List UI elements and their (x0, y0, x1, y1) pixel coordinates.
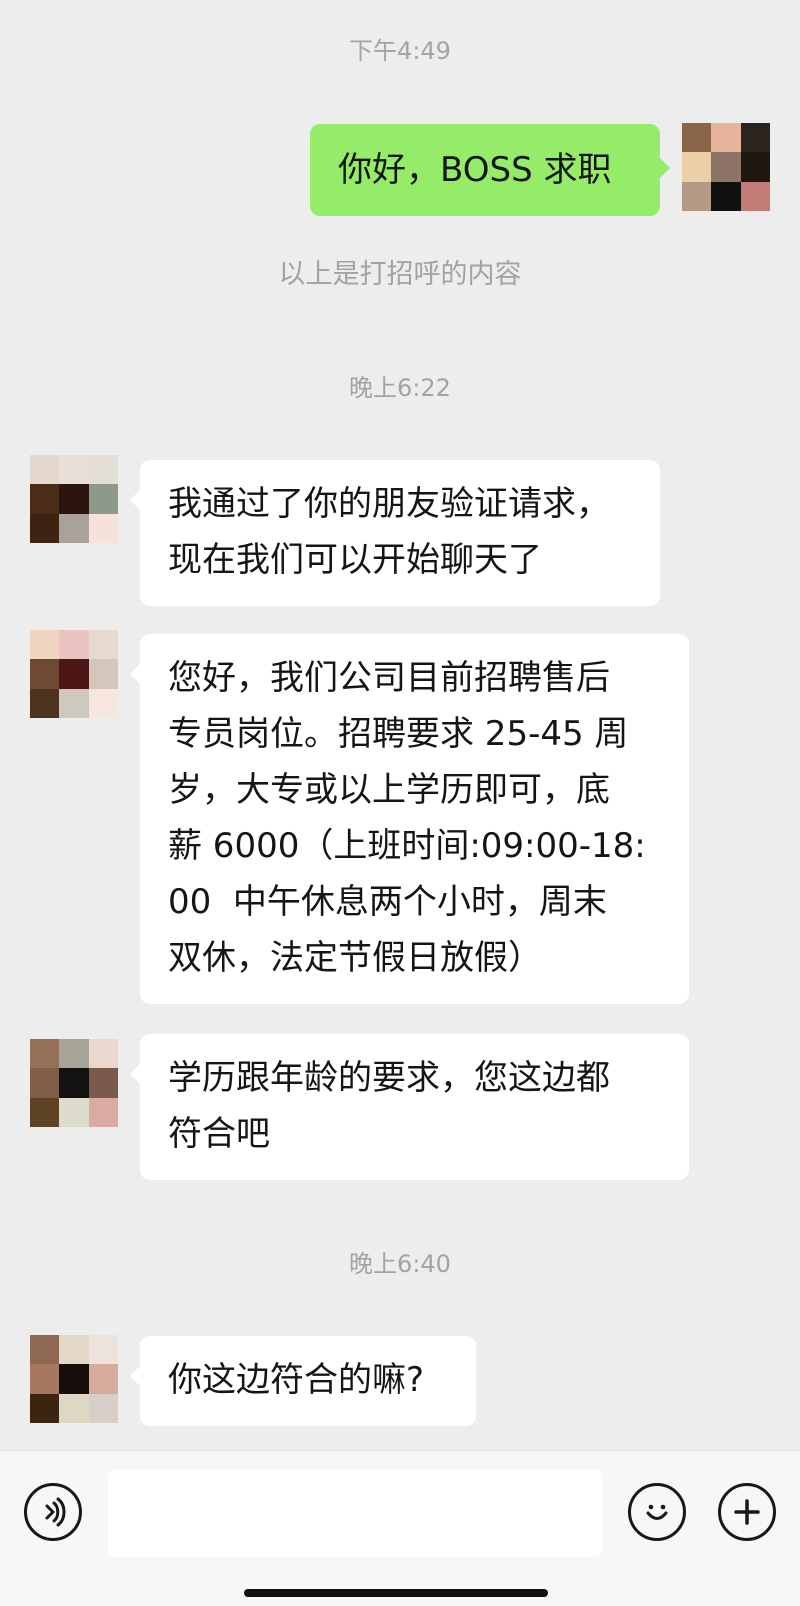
avatar-pixel (682, 152, 712, 182)
avatar-pixel (59, 1068, 89, 1098)
avatar-pixel (30, 1335, 60, 1365)
avatar-pixel (88, 1335, 118, 1365)
avatar-pixel (88, 1068, 118, 1098)
avatar-pixel (682, 123, 712, 153)
avatar-pixel (711, 152, 741, 182)
avatar-contact[interactable] (30, 455, 118, 543)
timestamp: 晚上6:22 (349, 374, 451, 402)
timestamp: 晚上6:40 (349, 1250, 451, 1278)
avatar-pixel (88, 1364, 118, 1394)
message-bubble-received[interactable]: 学历跟年龄的要求，您这边都 符合吧 (130, 1034, 689, 1180)
avatar-pixel (30, 1039, 60, 1069)
avatar-pixel (59, 1364, 89, 1394)
avatar-pixel (88, 455, 118, 485)
avatar-pixel (30, 455, 60, 485)
avatar-contact[interactable] (30, 1335, 118, 1423)
avatar-pixel (682, 181, 712, 211)
message-bubble-received[interactable]: 我通过了你的朋友验证请求， 现在我们可以开始聊天了 (130, 460, 660, 606)
avatar-contact[interactable] (30, 630, 118, 718)
avatar-pixel (88, 1039, 118, 1069)
avatar-pixel (711, 123, 741, 153)
avatar-pixel (740, 181, 770, 211)
avatar-pixel (30, 688, 60, 718)
avatar-pixel (59, 513, 89, 543)
avatar-self[interactable] (682, 123, 770, 211)
avatar-pixel (59, 484, 89, 514)
message-input[interactable] (108, 1469, 602, 1557)
avatar-pixel (59, 455, 89, 485)
avatar-pixel (88, 688, 118, 718)
message-bubble-sent[interactable]: 你好，BOSS 求职 (310, 124, 670, 216)
message-bubble-received[interactable]: 你这边符合的嘛? (130, 1336, 476, 1426)
emoji-button[interactable] (628, 1483, 686, 1541)
avatar-pixel (88, 484, 118, 514)
avatar-pixel (59, 688, 89, 718)
avatar-pixel (740, 152, 770, 182)
avatar-pixel (30, 1068, 60, 1098)
system-note: 以上是打招呼的内容 (278, 259, 522, 290)
plus-icon (734, 1499, 760, 1525)
avatar-pixel (740, 123, 770, 153)
avatar-pixel (59, 1335, 89, 1365)
avatar-contact[interactable] (30, 1039, 118, 1127)
input-bar (0, 1450, 800, 1606)
voice-button[interactable] (24, 1483, 82, 1541)
avatar-pixel (30, 1364, 60, 1394)
avatar-pixel (30, 513, 60, 543)
avatar-pixel (30, 1097, 60, 1127)
avatar-pixel (88, 513, 118, 543)
avatar-pixel (88, 630, 118, 660)
message-bubble-received[interactable]: 您好，我们公司目前招聘售后 专员岗位。招聘要求 25-45 周 岁，大专或以上学… (130, 634, 689, 1004)
avatar-pixel (59, 659, 89, 689)
add-button[interactable] (718, 1483, 776, 1541)
avatar-pixel (88, 1097, 118, 1127)
avatar-pixel (30, 659, 60, 689)
avatar-pixel (59, 1039, 89, 1069)
avatar-pixel (59, 630, 89, 660)
avatar-pixel (59, 1097, 89, 1127)
avatar-pixel (88, 659, 118, 689)
avatar-pixel (711, 181, 741, 211)
timestamp: 下午4:49 (349, 37, 451, 65)
voice-icon (45, 1497, 66, 1527)
avatar-pixel (30, 484, 60, 514)
avatar-pixel (59, 1393, 89, 1423)
avatar-pixel (30, 1393, 60, 1423)
chat-area[interactable]: 下午4:49 你好，BOSS 求职 以上是打招呼的内容 晚上6:22 我通过了你… (0, 0, 800, 1450)
avatar-pixel (30, 630, 60, 660)
home-indicator[interactable] (244, 1589, 548, 1597)
avatar-pixel (88, 1393, 118, 1423)
emoji-icon (646, 1504, 668, 1520)
